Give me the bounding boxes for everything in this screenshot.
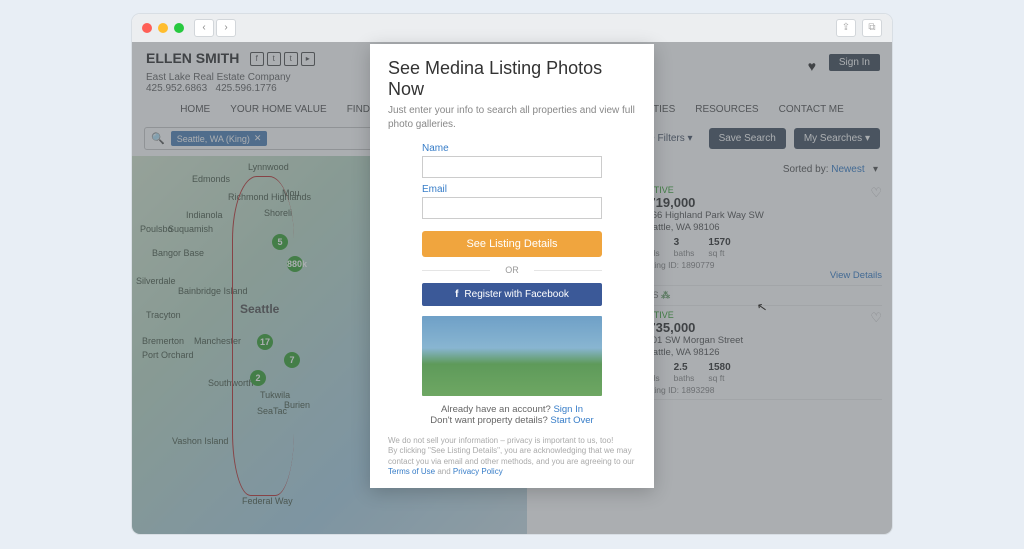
modal-title: See Medina Listing Photos Now [388,58,636,100]
cursor-icon: ↖ [756,299,768,315]
browser-window: ‹ › ⇪ ⧉ ELLEN SMITH f t t ▸ East Lake Re… [132,14,892,534]
zoom-dot[interactable] [174,23,184,33]
forward-button[interactable]: › [216,19,236,37]
modal-preview-image [422,316,602,396]
name-label: Name [422,143,602,154]
modal-legal: We do not sell your information – privac… [388,436,636,478]
minimize-dot[interactable] [158,23,168,33]
modal-startover-link[interactable]: Start Over [550,415,593,426]
name-input[interactable] [422,156,602,178]
share-icon[interactable]: ⇪ [836,19,856,37]
privacy-link[interactable]: Privacy Policy [453,467,503,476]
titlebar: ‹ › ⇪ ⧉ [132,14,892,42]
lead-capture-modal: See Medina Listing Photos Now Just enter… [370,44,654,488]
close-dot[interactable] [142,23,152,33]
back-button[interactable]: ‹ [194,19,214,37]
tabs-icon[interactable]: ⧉ [862,19,882,37]
email-label: Email [422,184,602,195]
window-controls[interactable] [142,23,184,33]
email-input[interactable] [422,197,602,219]
see-listing-details-button[interactable]: See Listing Details [422,231,602,257]
register-facebook-button[interactable]: f Register with Facebook [422,283,602,306]
modal-subtitle: Just enter your info to search all prope… [388,104,636,131]
or-divider: OR [422,265,602,275]
modal-links: Already have an account? Sign In Don't w… [422,404,602,426]
modal-signin-link[interactable]: Sign In [553,404,583,415]
terms-link[interactable]: Terms of Use [388,467,435,476]
facebook-icon: f [455,289,458,300]
